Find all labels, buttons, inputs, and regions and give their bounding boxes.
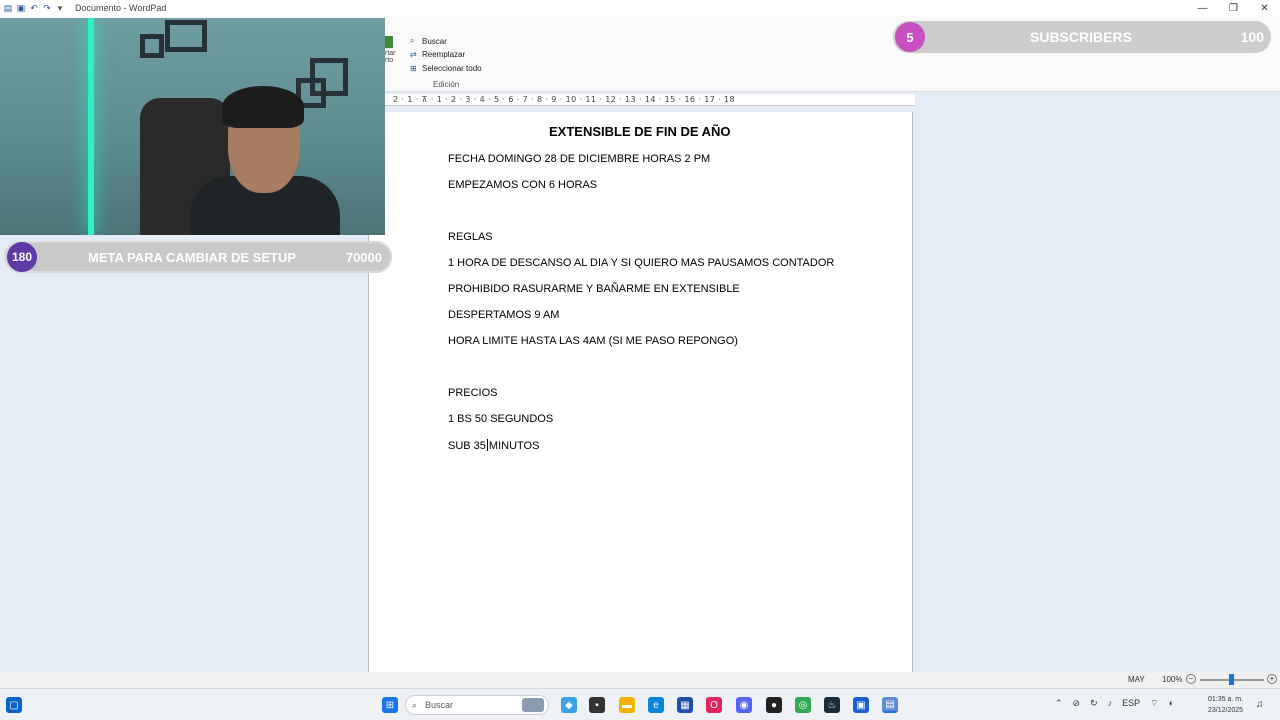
chrome-icon[interactable]: ◎: [795, 697, 811, 713]
doc-line: HORA LIMITE HASTA LAS 4AM (SI ME PASO RE…: [448, 335, 738, 347]
doc-line: EMPEZAMOS CON 6 HORAS: [448, 179, 598, 191]
search-highlight-icon: [522, 698, 544, 712]
binoculars-icon: ⌕: [410, 36, 415, 45]
file-explorer-icon[interactable]: ▬: [619, 697, 635, 713]
doc-line-with-cursor: SUB 35 MINUTOS: [448, 439, 539, 452]
paste-label-partial: rtar rto: [385, 50, 396, 64]
zoom-in-button[interactable]: +: [1267, 674, 1277, 684]
wall-frame: [140, 34, 164, 58]
zoom-out-button[interactable]: −: [1186, 674, 1196, 684]
volume-icon[interactable]: ◐: [1169, 698, 1174, 709]
subscribers-label: SUBSCRIBERS: [1030, 29, 1132, 45]
select-all-icon: ⊞: [410, 64, 417, 73]
goal-label: META PARA CAMBIAR DE SETUP: [88, 249, 296, 265]
steam-icon[interactable]: ♨: [824, 697, 840, 713]
undo-icon[interactable]: ↶: [29, 3, 39, 13]
window-controls: — ❐ ✕: [1187, 0, 1280, 16]
network-icon[interactable]: ⊘: [1073, 698, 1081, 709]
system-tray: ⌃ ⊘ ↻ ♪ ESP ⌔ ◐: [1055, 698, 1174, 709]
start-button-icon[interactable]: ⊞: [382, 697, 398, 713]
goal-current-count: 180: [7, 242, 37, 272]
text-before-cursor: SUB 35: [448, 440, 486, 452]
chevron-up-icon[interactable]: ⌃: [1055, 698, 1063, 709]
find-label: Buscar: [422, 36, 447, 46]
streamer-hair: [222, 86, 304, 128]
replace-label: Reemplazar: [422, 50, 466, 59]
opera-icon[interactable]: O: [706, 697, 722, 713]
copilot-icon[interactable]: ◆: [561, 697, 577, 713]
clock-date: 23/12/2025: [1208, 707, 1244, 714]
caps-indicator: MAY: [1128, 675, 1145, 684]
setup-goal-bar: 180 META PARA CAMBIAR DE SETUP 70000: [4, 241, 392, 273]
zoom-app-icon[interactable]: ▣: [853, 697, 869, 713]
edit-group: rtar rto ⌕ Buscar ⇄ Reemplazar ⊞ Selecci…: [385, 34, 485, 92]
led-light-strip: [88, 18, 94, 235]
doc-line: PROHIBIDO RASURARME Y BAÑARME EN EXTENSI…: [448, 283, 740, 295]
sync-icon[interactable]: ↻: [1090, 698, 1098, 709]
minimize-button[interactable]: —: [1187, 0, 1218, 16]
doc-line: REGLAS: [448, 231, 493, 243]
taskbar-search[interactable]: ⌕ Buscar: [405, 695, 549, 715]
doc-line: 1 HORA DE DESCANSO AL DIA Y SI QUIERO MA…: [448, 257, 835, 269]
text-after-cursor: MINUTOS: [488, 440, 540, 452]
doc-line: FECHA DOMINGO 28 DE DICIEMBRE HORAS 2 PM: [448, 153, 711, 165]
discord-icon[interactable]: ◉: [736, 697, 752, 713]
obs-icon[interactable]: ●: [766, 697, 782, 713]
window-title: Documento - WordPad: [75, 3, 167, 13]
language-indicator[interactable]: ESP: [1122, 698, 1140, 709]
ruler-marks: 2 · 1 · ⊼ · 1 · 2 · 3 · 4 · 5 · 6 · 7 · …: [393, 95, 736, 104]
edge-icon[interactable]: e: [648, 697, 664, 713]
webcam-overlay: [0, 18, 385, 235]
paste-button-partial[interactable]: rtar rto: [385, 36, 399, 76]
close-button[interactable]: ✕: [1249, 0, 1280, 16]
show-desktop-widget-icon[interactable]: ▢: [6, 697, 22, 713]
search-placeholder: Buscar: [425, 700, 454, 710]
subscribers-goal-bar: 5 SUBSCRIBERS 100: [893, 21, 1271, 53]
document-title: EXTENSIBLE DE FIN DE AÑO: [549, 124, 731, 139]
replace-button[interactable]: ⇄ Reemplazar: [410, 50, 465, 59]
notification-bell-icon[interactable]: ♫: [1256, 699, 1264, 710]
find-button[interactable]: ⌕ Buscar: [410, 36, 447, 46]
wordpad-taskbar-icon[interactable]: ▤: [882, 697, 898, 713]
maximize-button[interactable]: ❐: [1218, 0, 1249, 16]
customize-toolbar-icon[interactable]: ▾: [55, 3, 65, 13]
edit-group-label: Edición: [433, 80, 460, 89]
replace-icon: ⇄: [410, 50, 417, 59]
clock-time: 01:35 a. m.: [1208, 696, 1244, 703]
document-page[interactable]: EXTENSIBLE DE FIN DE AÑO FECHA DOMINGO 2…: [368, 112, 913, 672]
zoom-slider-thumb[interactable]: [1229, 674, 1234, 685]
microphone-icon[interactable]: ♪: [1108, 698, 1113, 709]
search-icon: ⌕: [412, 699, 418, 710]
subscribers-target: 100: [1240, 29, 1264, 45]
store-icon[interactable]: ▦: [677, 697, 693, 713]
select-all-button[interactable]: ⊞ Seleccionar todo: [410, 64, 482, 73]
doc-line: PRECIOS: [448, 387, 498, 399]
wordpad-app-icon: ▤: [3, 2, 13, 13]
title-bar: ▤ ▣ ↶ ↷ ▾ Documento - WordPad — ❐ ✕: [0, 0, 1280, 16]
task-view-icon[interactable]: ▪: [589, 697, 605, 713]
ruler[interactable]: 2 · 1 · ⊼ · 1 · 2 · 3 · 4 · 5 · 6 · 7 · …: [385, 94, 915, 106]
doc-line: 1 BS 50 SEGUNDOS: [448, 413, 554, 425]
select-all-label: Seleccionar todo: [422, 64, 482, 73]
zoom-level: 100%: [1162, 675, 1183, 684]
quick-access-toolbar: ▤ ▣ ↶ ↷ ▾: [0, 3, 65, 13]
wifi-icon[interactable]: ⌔: [1150, 698, 1158, 709]
doc-line: DESPERTAMOS 9 AM: [448, 309, 560, 321]
taskbar-clock[interactable]: 01:35 a. m. 23/12/2025: [1208, 694, 1243, 716]
goal-target: 70000: [345, 249, 382, 265]
save-icon[interactable]: ▣: [16, 3, 26, 13]
status-bar: MAY 100% − +: [0, 672, 1280, 688]
taskbar: ▢ ⊞ ⌕ Buscar ◆ ▪ ▬ e ▦ O ◉ ● ◎ ♨ ▣ ▤ ⌃ ⊘…: [0, 688, 1280, 720]
text-cursor: [486, 439, 488, 451]
subscribers-count: 5: [895, 22, 925, 52]
wall-frame: [165, 20, 207, 52]
redo-icon[interactable]: ↷: [42, 3, 52, 13]
paste-icon: [385, 36, 393, 48]
